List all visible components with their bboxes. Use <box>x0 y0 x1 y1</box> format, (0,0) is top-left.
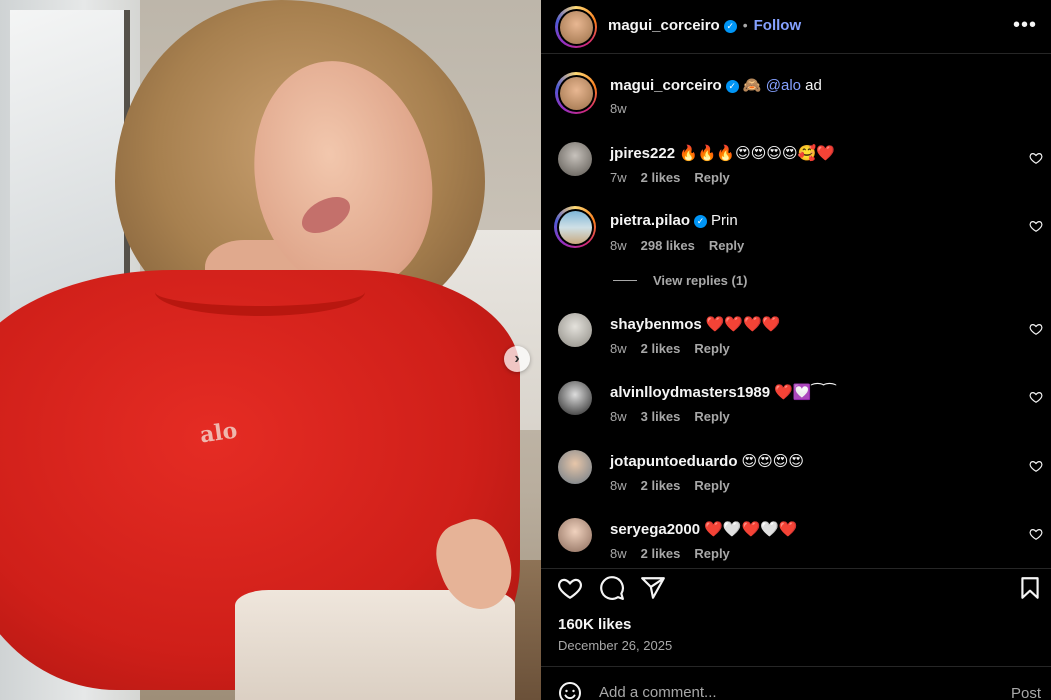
comment-line: shaybenmos ❤️❤️❤️❤️ <box>610 315 780 333</box>
comment-item: shaybenmos ❤️❤️❤️❤️ 8w 2 likes Reply <box>541 307 1051 363</box>
verified-badge-icon: ✓ <box>725 80 739 93</box>
comment-item: jpires222 🔥🔥🔥😍😍😍😍🥰❤️ 7w 2 likes Reply <box>541 136 1051 192</box>
comment-time: 8w <box>610 478 627 493</box>
comment-item: pietra.pilao ✓ Prin 8w 298 likes Reply <box>541 204 1051 260</box>
comment-time: 8w <box>610 546 627 561</box>
next-image-button[interactable]: › <box>504 346 530 372</box>
comment-likes[interactable]: 2 likes <box>641 170 681 185</box>
comment-time: 8w <box>610 409 627 424</box>
commenter-avatar[interactable] <box>554 206 596 248</box>
comment-username[interactable]: jotapuntoeduardo <box>610 453 738 470</box>
post-actions <box>541 568 1051 612</box>
commenter-avatar[interactable] <box>558 518 592 552</box>
header-author: magui_corceiro ✓ • Follow <box>608 17 801 35</box>
caption-avatar[interactable] <box>555 72 597 114</box>
comment-meta: 8w 298 likes Reply <box>610 238 758 253</box>
commenter-avatar[interactable] <box>558 313 592 347</box>
post-comment-button[interactable]: Post <box>1011 685 1041 700</box>
share-send-icon[interactable] <box>640 575 666 601</box>
comment-text: ❤️🤍❤️🤍❤️ <box>704 521 798 538</box>
comment-username[interactable]: shaybenmos <box>610 316 702 333</box>
reply-button[interactable]: Reply <box>694 341 729 356</box>
caption-text: magui_corceiro ✓ 🙈 @alo ad <box>610 76 822 94</box>
comment-likes[interactable]: 2 likes <box>641 341 681 356</box>
caption-username[interactable]: magui_corceiro <box>610 77 722 94</box>
comment-line: jotapuntoeduardo 😍😍😍😍 <box>610 452 804 470</box>
header-separator: • <box>742 17 748 33</box>
reply-button[interactable]: Reply <box>694 478 729 493</box>
like-comment-heart-icon[interactable] <box>1029 219 1043 233</box>
comment-time: 8w <box>610 238 627 253</box>
add-comment-input[interactable] <box>599 681 979 700</box>
chevron-right-icon: › <box>514 350 520 367</box>
like-comment-heart-icon[interactable] <box>1029 151 1043 165</box>
add-comment-bar: Post <box>541 666 1051 700</box>
post-panel: magui_corceiro ✓ • Follow ••• magui_corceir… <box>541 0 1051 700</box>
post-date: December 26, 2025 <box>558 638 673 653</box>
caption-body: ad <box>805 77 822 94</box>
emoji-smile-icon[interactable] <box>558 681 582 700</box>
comment-text: 🔥🔥🔥😍😍😍😍🥰❤️ <box>679 145 835 162</box>
like-heart-icon[interactable] <box>557 575 583 601</box>
reply-button[interactable]: Reply <box>694 170 729 185</box>
more-options-icon[interactable]: ••• <box>1013 14 1037 37</box>
comment-username[interactable]: seryega2000 <box>610 521 700 538</box>
comment-likes[interactable]: 2 likes <box>641 546 681 561</box>
comment-bubble-icon[interactable] <box>599 575 625 601</box>
comment-line: alvinlloydmasters1989 ❤️💟⁀⁀ <box>610 383 836 401</box>
verified-badge-icon: ✓ <box>694 215 708 228</box>
comment-username[interactable]: pietra.pilao <box>610 212 690 229</box>
comment-line: jpires222 🔥🔥🔥😍😍😍😍🥰❤️ <box>610 144 835 162</box>
post-image[interactable]: alo <box>0 0 541 700</box>
comment-time: 7w <box>610 170 627 185</box>
sweater-logo: alo <box>198 417 239 449</box>
view-replies-button[interactable]: View replies (1) <box>613 273 747 288</box>
comment-meta: 8w 2 likes Reply <box>610 546 744 561</box>
reply-button[interactable]: Reply <box>694 546 729 561</box>
caption-time: 8w <box>610 101 627 116</box>
author-avatar[interactable] <box>555 6 597 48</box>
comment-likes[interactable]: 3 likes <box>641 409 681 424</box>
comment-likes[interactable]: 298 likes <box>641 238 695 253</box>
commenter-avatar[interactable] <box>558 142 592 176</box>
like-comment-heart-icon[interactable] <box>1029 527 1043 541</box>
reply-button[interactable]: Reply <box>694 409 729 424</box>
like-comment-heart-icon[interactable] <box>1029 459 1043 473</box>
caption-mention-link[interactable]: @alo <box>766 77 801 94</box>
comment-item: jotapuntoeduardo 😍😍😍😍 8w 2 likes Reply <box>541 444 1051 500</box>
comment-time: 8w <box>610 341 627 356</box>
comment-line: pietra.pilao ✓ Prin <box>610 212 738 229</box>
comment-line: seryega2000 ❤️🤍❤️🤍❤️ <box>610 520 797 538</box>
comment-text: 😍😍😍😍 <box>741 453 805 470</box>
comment-meta: 8w 3 likes Reply <box>610 409 744 424</box>
caption-emoji: 🙈 <box>742 77 762 94</box>
sweater-collar <box>155 268 365 316</box>
like-comment-heart-icon[interactable] <box>1029 322 1043 336</box>
reply-button[interactable]: Reply <box>709 238 744 253</box>
follow-button[interactable]: Follow <box>754 17 802 34</box>
commenter-avatar[interactable] <box>558 381 592 415</box>
view-replies-label: View replies (1) <box>653 273 748 288</box>
verified-badge-icon: ✓ <box>723 20 737 33</box>
comment-item: alvinlloydmasters1989 ❤️💟⁀⁀ 8w 3 likes Repl… <box>541 375 1051 431</box>
comment-text: ❤️❤️❤️❤️ <box>705 316 781 333</box>
comment-meta: 7w 2 likes Reply <box>610 170 744 185</box>
commenter-avatar[interactable] <box>558 450 592 484</box>
comment-username[interactable]: jpires222 <box>610 145 675 162</box>
replies-divider <box>613 280 637 281</box>
author-username[interactable]: magui_corceiro <box>608 17 720 34</box>
comment-item: seryega2000 ❤️🤍❤️🤍❤️ 8w 2 likes Reply <box>541 512 1051 568</box>
save-bookmark-icon[interactable] <box>1017 575 1043 601</box>
comment-text: ❤️💟⁀⁀ <box>774 384 836 401</box>
like-comment-heart-icon[interactable] <box>1029 390 1043 404</box>
comment-meta: 8w 2 likes Reply <box>610 341 744 356</box>
comment-text: Prin <box>711 212 738 229</box>
comment-likes[interactable]: 2 likes <box>641 478 681 493</box>
post-header: magui_corceiro ✓ • Follow ••• <box>541 0 1051 54</box>
likes-count[interactable]: 160K likes <box>558 616 631 633</box>
comment-meta: 8w 2 likes Reply <box>610 478 744 493</box>
post-caption: magui_corceiro ✓ 🙈 @alo ad 8w <box>541 68 1051 124</box>
comment-username[interactable]: alvinlloydmasters1989 <box>610 384 770 401</box>
